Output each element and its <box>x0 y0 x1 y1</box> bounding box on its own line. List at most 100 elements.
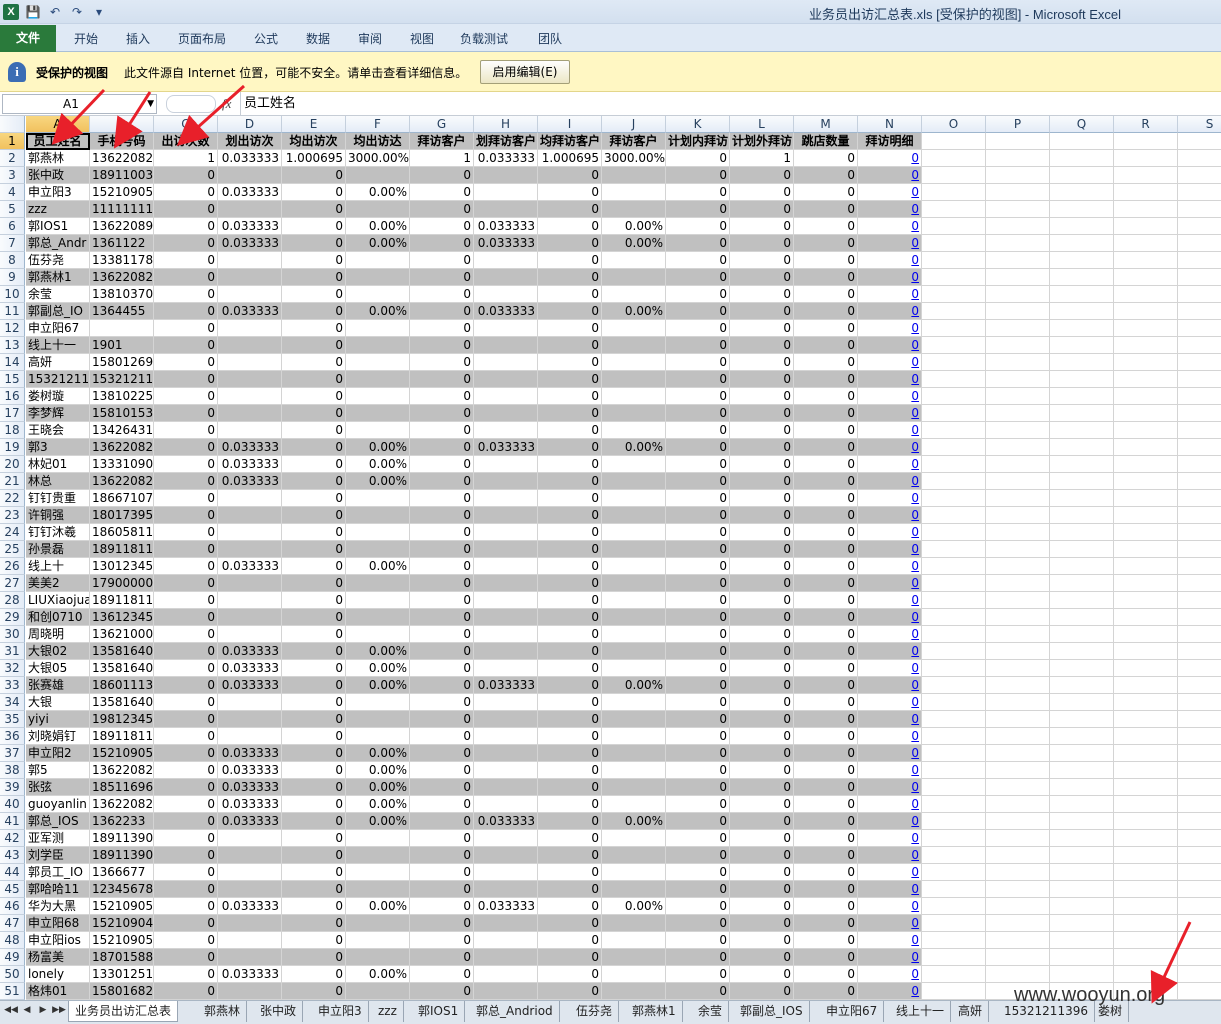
table-cell[interactable] <box>1050 966 1114 983</box>
table-cell[interactable]: 0 <box>730 507 794 524</box>
column-header[interactable]: I <box>538 116 602 133</box>
table-cell[interactable]: 伍芬尧 <box>26 252 90 269</box>
table-cell[interactable] <box>922 456 986 473</box>
table-cell[interactable]: 0 <box>730 473 794 490</box>
table-cell[interactable]: 0.00% <box>602 218 666 235</box>
table-cell[interactable]: 华为大黑 <box>26 898 90 915</box>
table-cell[interactable] <box>1178 847 1221 864</box>
table-cell[interactable]: 0 <box>410 507 474 524</box>
table-cell[interactable]: 0 <box>282 558 346 575</box>
table-cell[interactable] <box>218 915 282 932</box>
table-cell[interactable] <box>346 575 410 592</box>
table-cell[interactable]: 138103704 <box>90 286 154 303</box>
table-cell[interactable] <box>1178 898 1221 915</box>
table-cell[interactable]: 0 <box>538 252 602 269</box>
table-cell[interactable] <box>1050 388 1114 405</box>
table-cell[interactable] <box>986 592 1050 609</box>
worksheet-grid[interactable]: A B C D E F G H I J K L M N O P Q R S 1 员工姓名 手机号码 出访次数 划出访次 均出访次… <box>0 116 1221 1000</box>
table-cell[interactable] <box>922 592 986 609</box>
ribbon-tab-4[interactable]: 公式 <box>248 28 284 50</box>
table-cell[interactable]: 0 <box>666 354 730 371</box>
table-cell[interactable]: 0 <box>282 422 346 439</box>
table-cell[interactable]: 0.033333 <box>218 762 282 779</box>
table-cell[interactable]: 郭IOS1 <box>26 218 90 235</box>
table-cell[interactable] <box>1050 609 1114 626</box>
table-cell[interactable]: 0.00% <box>346 745 410 762</box>
detail-link[interactable]: 0 <box>858 354 922 371</box>
table-cell[interactable] <box>1114 201 1178 218</box>
detail-link[interactable]: 0 <box>858 456 922 473</box>
table-cell[interactable]: 0 <box>538 694 602 711</box>
table-cell[interactable] <box>346 949 410 966</box>
table-cell[interactable] <box>474 473 538 490</box>
table-cell[interactable] <box>986 830 1050 847</box>
table-cell[interactable] <box>346 371 410 388</box>
table-cell[interactable] <box>218 388 282 405</box>
column-header[interactable]: M <box>794 116 858 133</box>
table-cell[interactable] <box>602 881 666 898</box>
detail-link[interactable]: 0 <box>858 609 922 626</box>
table-cell[interactable]: 0 <box>154 269 218 286</box>
table-cell[interactable]: 0 <box>666 184 730 201</box>
table-cell[interactable] <box>1178 813 1221 830</box>
table-cell[interactable]: 0 <box>666 983 730 1000</box>
table-cell[interactable] <box>602 473 666 490</box>
table-cell[interactable]: 钉钉沐羲 <box>26 524 90 541</box>
table-cell[interactable] <box>474 626 538 643</box>
table-cell[interactable]: 189118110 <box>90 541 154 558</box>
table-cell[interactable]: 0 <box>154 898 218 915</box>
table-cell[interactable] <box>922 915 986 932</box>
table-cell[interactable] <box>986 813 1050 830</box>
table-cell[interactable]: 133811786 <box>90 252 154 269</box>
table-cell[interactable] <box>1050 405 1114 422</box>
table-cell[interactable] <box>986 184 1050 201</box>
table-cell[interactable]: 0 <box>410 779 474 796</box>
table-cell[interactable] <box>922 626 986 643</box>
table-cell[interactable] <box>218 371 282 388</box>
table-cell[interactable]: 0 <box>538 677 602 694</box>
table-cell[interactable] <box>1114 813 1178 830</box>
table-cell[interactable] <box>1050 677 1114 694</box>
table-cell[interactable]: 大银05 <box>26 660 90 677</box>
table-cell[interactable]: 0 <box>538 847 602 864</box>
table-cell[interactable]: 0 <box>794 592 858 609</box>
table-cell[interactable] <box>346 915 410 932</box>
table-cell[interactable]: 0 <box>154 422 218 439</box>
table-cell[interactable] <box>1178 575 1221 592</box>
column-header[interactable]: K <box>666 116 730 133</box>
table-cell[interactable] <box>1114 354 1178 371</box>
table-cell[interactable] <box>922 303 986 320</box>
table-cell[interactable]: 0 <box>282 881 346 898</box>
table-cell[interactable]: 3000.00% <box>602 150 666 167</box>
table-cell[interactable]: 0 <box>666 201 730 218</box>
table-cell[interactable]: 0 <box>282 286 346 303</box>
table-cell[interactable] <box>602 371 666 388</box>
table-cell[interactable] <box>1050 337 1114 354</box>
table-cell[interactable]: 0.033333 <box>218 218 282 235</box>
table-cell[interactable]: 0.033333 <box>218 439 282 456</box>
table-cell[interactable]: 0 <box>410 660 474 677</box>
chevron-down-icon[interactable]: ▼ <box>147 95 154 113</box>
table-cell[interactable]: 0.033333 <box>218 643 282 660</box>
table-cell[interactable] <box>1178 932 1221 949</box>
table-cell[interactable]: 136220824 <box>90 269 154 286</box>
ribbon-tab-3[interactable]: 页面布局 <box>172 28 232 50</box>
table-cell[interactable] <box>986 218 1050 235</box>
header-cell[interactable]: 出访次数 <box>154 133 218 150</box>
table-cell[interactable]: 0 <box>538 388 602 405</box>
table-cell[interactable] <box>1114 303 1178 320</box>
table-cell[interactable] <box>1178 830 1221 847</box>
table-cell[interactable]: 0 <box>410 405 474 422</box>
row-header[interactable]: 29 <box>0 609 25 626</box>
row-header[interactable]: 23 <box>0 507 25 524</box>
table-cell[interactable]: 0.033333 <box>218 898 282 915</box>
table-cell[interactable] <box>346 711 410 728</box>
table-cell[interactable] <box>474 490 538 507</box>
sheet-tab[interactable]: zzz <box>372 1001 404 1022</box>
table-cell[interactable]: 152109058 <box>90 745 154 762</box>
table-cell[interactable]: 0 <box>410 626 474 643</box>
table-cell[interactable]: 0 <box>282 796 346 813</box>
header-cell[interactable] <box>1050 133 1114 150</box>
table-cell[interactable]: 申立阳67 <box>26 320 90 337</box>
table-cell[interactable]: 余莹 <box>26 286 90 303</box>
